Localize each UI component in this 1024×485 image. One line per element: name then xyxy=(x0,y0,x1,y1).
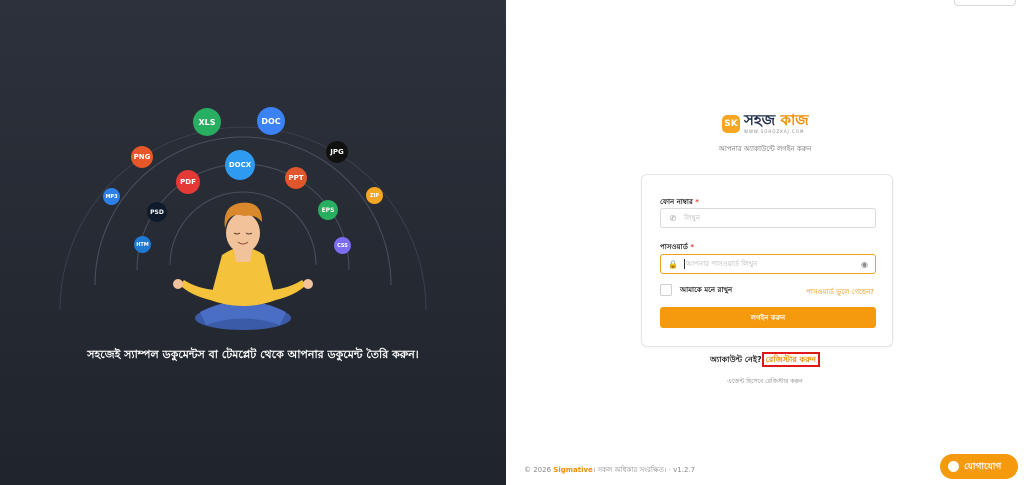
remember-checkbox[interactable] xyxy=(660,284,672,296)
footer: © 2026 Sigmative। সকল অধিকার সংরক্ষিত। ·… xyxy=(524,464,695,476)
hero-illustration xyxy=(59,126,427,330)
contact-label: যোগাযোগ xyxy=(964,462,1002,472)
register-link[interactable]: রেজিস্টার করুন xyxy=(761,352,820,367)
logo-mark-icon: SK xyxy=(722,114,740,133)
brand-logo: SK সহজ কাজ WWW.SOHOZKAJ.COM xyxy=(722,113,809,134)
login-button[interactable]: লগইন করুন xyxy=(660,307,876,328)
meditating-person-illustration xyxy=(173,202,313,330)
footer-rights: । সকল অধিকার সংরক্ষিত। xyxy=(592,466,667,474)
phone-label-text: ফোন নাম্বার xyxy=(660,198,693,206)
mp3-badge-icon: MP3 xyxy=(103,188,120,205)
login-subtitle: আপনার অ্যাকাউন্টে লগইন করুন xyxy=(718,145,812,153)
password-input[interactable]: 🔒 আপনার পাসওয়ার্ড লিখুন ◉ xyxy=(660,254,876,274)
htm-badge-icon: HTM xyxy=(134,236,151,253)
text-caret xyxy=(684,259,685,269)
password-placeholder-text: আপনার পাসওয়ার্ড লিখুন xyxy=(686,260,758,268)
login-panel: SK সহজ কাজ WWW.SOHOZKAJ.COM আপনার অ্যাকা… xyxy=(506,0,1024,485)
psd-badge-icon: PSD xyxy=(147,202,167,222)
phone-placeholder: লিখুন xyxy=(684,214,700,222)
png-badge-icon: PNG xyxy=(131,146,153,168)
logo-name: সহজ কাজ xyxy=(744,113,809,128)
xls-badge-icon: XLS xyxy=(193,108,221,136)
required-mark: * xyxy=(695,198,699,206)
register-row: অ্যাকাউন্ট নেই? রেজিস্টার করুন xyxy=(506,352,1024,367)
ppt-badge-icon: PPT xyxy=(285,167,307,189)
hero-panel: XLS DOC PNG JPG DOCX PDF PPT MP3 ZIP PSD… xyxy=(0,0,506,485)
docx-badge-icon: DOCX xyxy=(225,150,255,180)
phone-input[interactable]: ✆ লিখুন xyxy=(660,208,876,228)
logo-text: সহজ কাজ WWW.SOHOZKAJ.COM xyxy=(744,113,809,135)
remember-label: আমাকে মনে রাখুন xyxy=(680,286,733,294)
login-page: XLS DOC PNG JPG DOCX PDF PPT MP3 ZIP PSD… xyxy=(0,0,1024,485)
doc-badge-icon: DOC xyxy=(257,107,285,135)
css-badge-icon: CSS xyxy=(334,237,351,254)
password-label: পাসওয়ার্ড * xyxy=(660,241,694,253)
required-mark: * xyxy=(690,243,694,251)
chat-icon xyxy=(948,461,959,472)
jpg-badge-icon: JPG xyxy=(326,141,348,163)
hero-tagline: সহজেই স্যাম্পল ডকুমেন্টস বা টেমপ্লেট থেক… xyxy=(87,348,419,361)
register-prompt: অ্যাকাউন্ট নেই? xyxy=(710,355,762,364)
forgot-password-link[interactable]: পাসওয়ার্ড ভুলে গেছেন? xyxy=(806,286,874,298)
footer-separator: · xyxy=(668,466,671,474)
language-switcher[interactable] xyxy=(954,0,1016,6)
zip-badge-icon: ZIP xyxy=(366,187,383,204)
logo-name-part2: কাজ xyxy=(780,111,809,129)
phone-icon: ✆ xyxy=(669,213,677,223)
eye-icon[interactable]: ◉ xyxy=(861,260,868,269)
lock-icon: 🔒 xyxy=(668,259,678,269)
contact-button[interactable]: যোগাযোগ xyxy=(940,454,1018,479)
eps-badge-icon: EPS xyxy=(318,200,338,220)
pdf-badge-icon: PDF xyxy=(176,170,200,194)
password-label-text: পাসওয়ার্ড xyxy=(660,243,688,251)
logo-url: WWW.SOHOZKAJ.COM xyxy=(744,129,805,134)
agent-register-link[interactable]: এজেন্ট হিসেবে রেজিস্টার করুন xyxy=(506,376,1024,387)
copyright: © 2026 xyxy=(524,466,552,474)
remember-me: আমাকে মনে রাখুন xyxy=(660,284,732,296)
version: v1.2.7 xyxy=(673,466,696,474)
logo-name-part1: সহজ xyxy=(744,111,776,129)
password-placeholder: আপনার পাসওয়ার্ড লিখুন xyxy=(684,258,855,270)
footer-brand-link[interactable]: Sigmative xyxy=(553,466,593,474)
phone-label: ফোন নাম্বার * xyxy=(660,196,699,208)
login-card: ফোন নাম্বার * ✆ লিখুন পাসওয়ার্ড * 🔒 আপন… xyxy=(641,174,893,347)
